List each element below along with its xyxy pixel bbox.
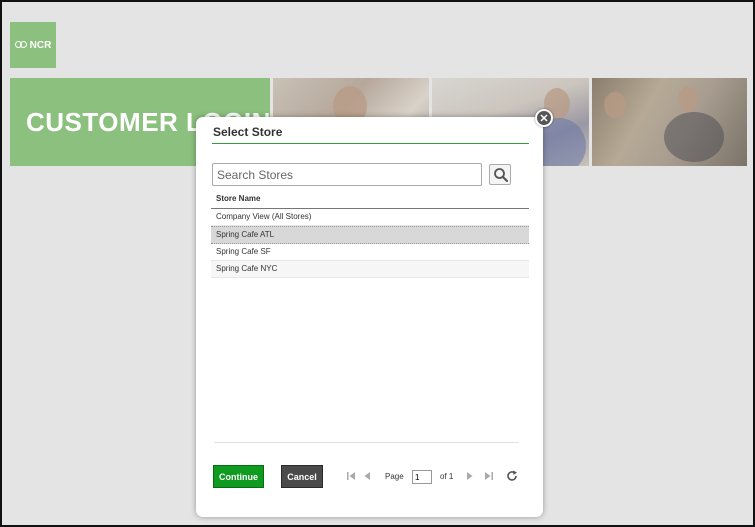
close-icon[interactable]: ✕ [535,109,553,127]
table-row[interactable]: Company View (All Stores) [211,209,529,226]
search-input[interactable] [212,163,482,186]
page-total-label: of 1 [440,472,454,481]
last-page-icon[interactable] [484,471,494,481]
pagination: Page of 1 [344,468,524,486]
continue-button[interactable]: Continue [213,465,264,488]
column-header-store-name[interactable]: Store Name [211,194,529,209]
page-number-input[interactable] [412,470,432,484]
table-row[interactable]: Spring Cafe ATL [211,226,529,244]
refresh-icon[interactable] [506,470,518,482]
banner-photo-3 [592,78,747,166]
ncr-rings-icon [14,41,29,49]
first-page-icon[interactable] [346,471,356,481]
next-page-icon[interactable] [465,471,475,481]
ncr-logo: NCR [10,22,56,68]
footer-divider [214,442,519,443]
select-store-dialog: ✕ Select Store Store Name Company View (… [196,109,553,517]
cancel-button[interactable]: Cancel [281,465,323,488]
table-row[interactable]: Spring Cafe SF [211,244,529,261]
page-label: Page [385,472,404,481]
search-button[interactable] [489,164,511,185]
search-icon [494,168,509,183]
store-table: Store Name Company View (All Stores) Spr… [211,194,529,278]
app-frame: NCR CUSTOMER LOGIN ✕ Select Store Store … [0,0,755,527]
dialog-title: Select Store [213,125,283,139]
table-row[interactable]: Spring Cafe NYC [211,261,529,278]
prev-page-icon[interactable] [362,471,372,481]
logo-text: NCR [29,39,52,51]
title-divider [212,143,529,144]
